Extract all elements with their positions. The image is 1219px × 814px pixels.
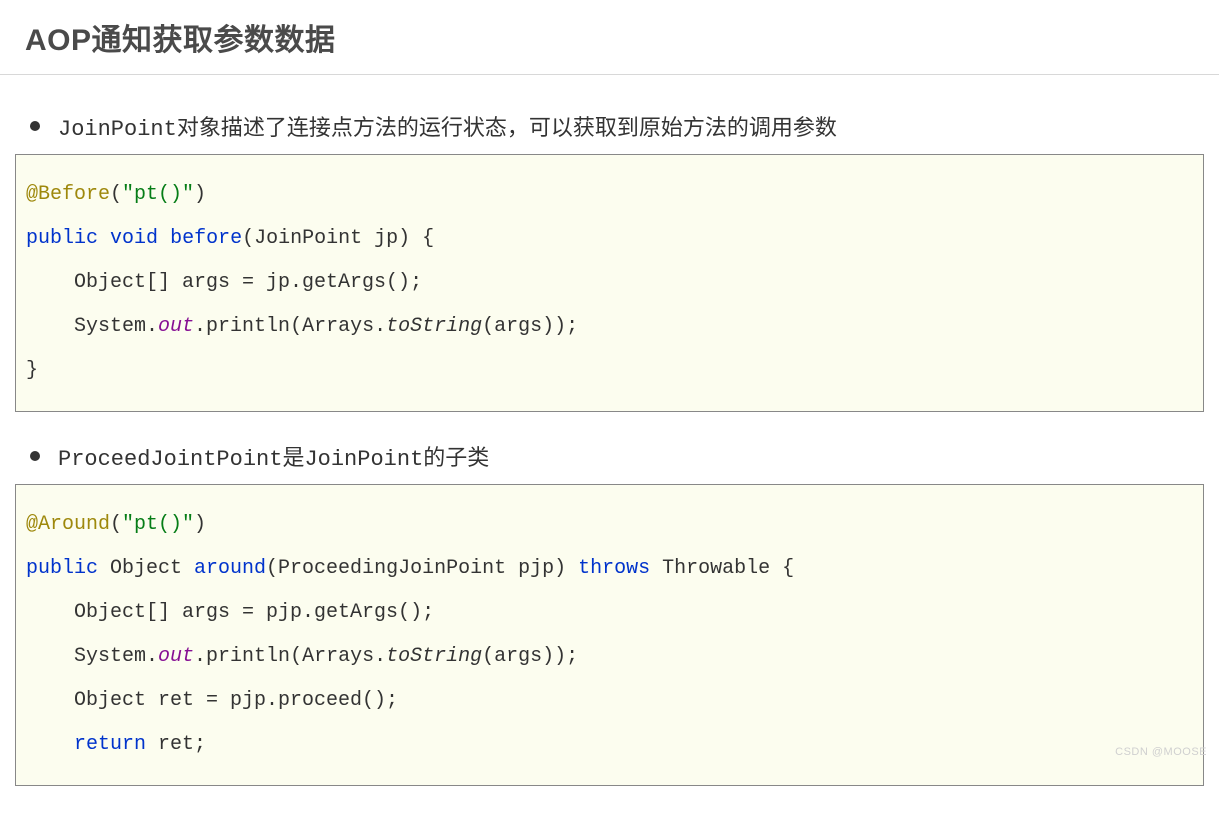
watermark: CSDN @MOOSE	[1115, 746, 1207, 758]
bullet-text-2: ProceedJointPoint是JoinPoint的子类	[58, 440, 489, 472]
annotation: @Before	[26, 183, 110, 206]
code-text: System.	[26, 315, 158, 338]
string-literal: "pt()"	[122, 513, 194, 536]
code-text	[26, 733, 74, 756]
text: 的子类	[423, 445, 489, 470]
bullet-item-2: ProceedJointPoint是JoinPoint的子类	[30, 440, 1204, 472]
keyword: public	[26, 227, 98, 250]
code-text: .println(Arrays.	[194, 645, 386, 668]
func-name: before	[170, 227, 242, 250]
bullet-marker-icon	[30, 121, 40, 131]
code-text: System.	[26, 645, 158, 668]
code-text: (ProceedingJoinPoint pjp)	[266, 557, 578, 580]
string-literal: "pt()"	[122, 183, 194, 206]
mono-text: JoinPoint	[304, 447, 423, 472]
code-text: Throwable {	[650, 557, 794, 580]
keyword: void	[110, 227, 158, 250]
mono-text: ProceedJointPoint	[58, 447, 282, 472]
code-line: Object[] args = jp.getArgs();	[26, 271, 422, 294]
func-name: around	[194, 557, 266, 580]
text: 是	[282, 445, 304, 470]
page-header: AOP通知获取参数数据	[0, 0, 1219, 75]
static-field: out	[158, 315, 194, 338]
code-text: (args));	[482, 645, 578, 668]
text: 对象描述了连接点方法的运行状态，可以获取到原始方法的调用参数	[177, 115, 837, 140]
keyword: return	[74, 733, 146, 756]
content-area: JoinPoint对象描述了连接点方法的运行状态，可以获取到原始方法的调用参数 …	[0, 75, 1219, 786]
code-block-around: @Around("pt()") public Object around(Pro…	[15, 484, 1204, 786]
mono-text: JoinPoint	[58, 117, 177, 142]
code-text: ret;	[146, 733, 206, 756]
code-line: Object[] args = pjp.getArgs();	[26, 601, 434, 624]
code-text: (JoinPoint jp) {	[242, 227, 434, 250]
code-line: Object ret = pjp.proceed();	[26, 689, 398, 712]
annotation: @Around	[26, 513, 110, 536]
bullet-item-1: JoinPoint对象描述了连接点方法的运行状态，可以获取到原始方法的调用参数	[30, 110, 1204, 142]
keyword: throws	[578, 557, 650, 580]
code-line: }	[26, 359, 38, 382]
page-title: AOP通知获取参数数据	[25, 15, 1194, 59]
static-method: toString	[386, 645, 482, 668]
bullet-text-1: JoinPoint对象描述了连接点方法的运行状态，可以获取到原始方法的调用参数	[58, 110, 837, 142]
keyword: public	[26, 557, 98, 580]
code-text: Object	[98, 557, 194, 580]
static-field: out	[158, 645, 194, 668]
code-block-before: @Before("pt()") public void before(JoinP…	[15, 154, 1204, 412]
static-method: toString	[386, 315, 482, 338]
code-text: (args));	[482, 315, 578, 338]
bullet-marker-icon	[30, 451, 40, 461]
code-text: .println(Arrays.	[194, 315, 386, 338]
